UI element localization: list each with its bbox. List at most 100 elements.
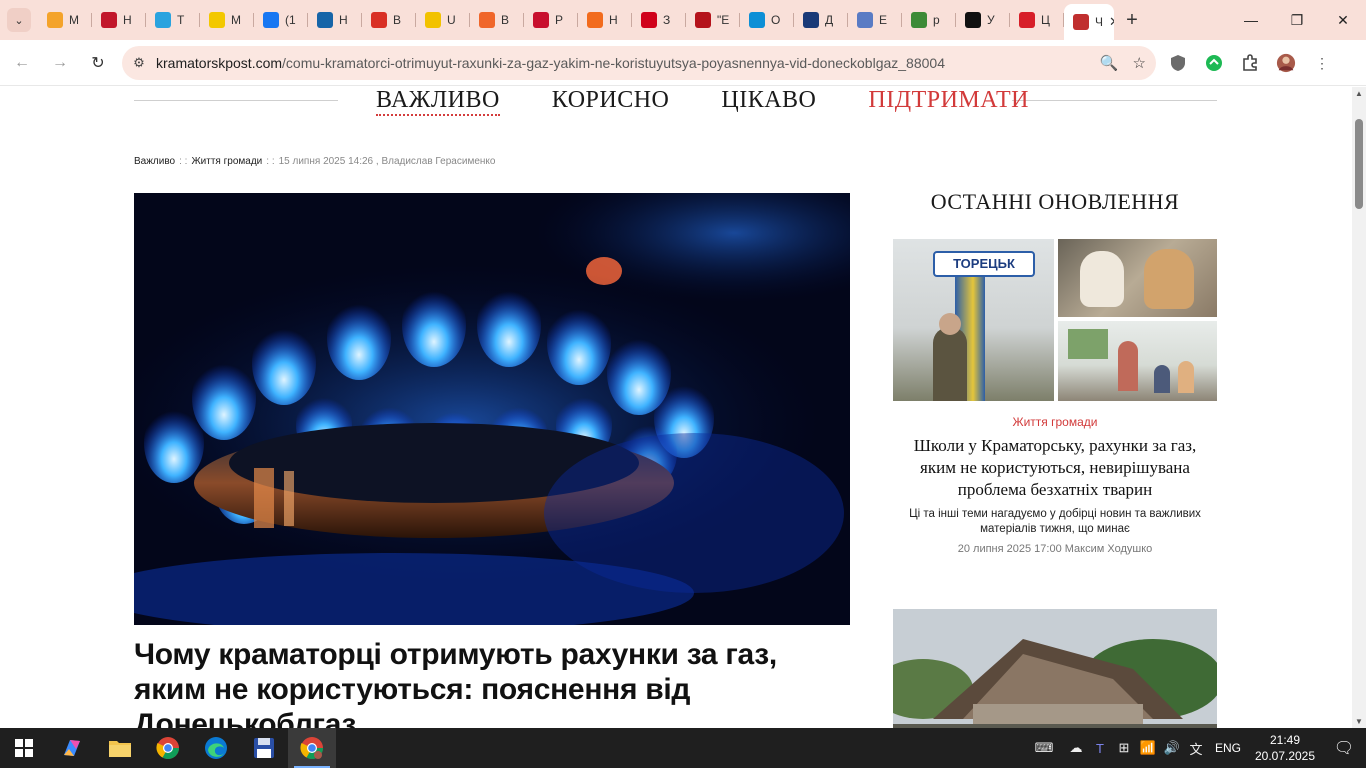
tab[interactable]: Ц bbox=[1010, 4, 1064, 36]
news-card-title[interactable]: Школи у Краматорську, рахунки за газ, як… bbox=[893, 435, 1217, 501]
tab[interactable]: (1 bbox=[254, 4, 308, 36]
tab[interactable]: "Е bbox=[686, 4, 740, 36]
h-logo-icon bbox=[101, 12, 117, 28]
tab[interactable]: Е bbox=[848, 4, 902, 36]
tab[interactable]: Д bbox=[794, 4, 848, 36]
sign-text: ТОРЕЦЬК bbox=[933, 251, 1035, 277]
news-card-byline: 20 липня 2025 17:00 Максим Ходушко bbox=[957, 543, 1153, 555]
u-logo-icon bbox=[425, 12, 441, 28]
volume-icon[interactable]: 🔊 bbox=[1160, 740, 1184, 756]
gear-logo-icon bbox=[911, 12, 927, 28]
news-card-category[interactable]: Життя громади bbox=[893, 415, 1217, 429]
network-icon[interactable]: 📶 bbox=[1136, 740, 1160, 756]
latest-updates-sidebar: ОСТАННІ ОНОВЛЕННЯ ТОРЕЦЬК Життя громади … bbox=[893, 189, 1217, 555]
nav-link-useful[interactable]: КОРИСНО bbox=[552, 87, 670, 116]
news-card-image[interactable]: ТОРЕЦЬК bbox=[893, 239, 1217, 401]
plus-icon: + bbox=[1126, 8, 1138, 31]
minimize-button[interactable]: — bbox=[1228, 0, 1274, 40]
news-card-image-2[interactable] bbox=[893, 609, 1217, 728]
tab[interactable]: Н bbox=[578, 4, 632, 36]
reload-button[interactable]: ↻ bbox=[80, 45, 116, 81]
site-info-icon[interactable]: ⚙ bbox=[122, 55, 156, 71]
windows-security-icon[interactable]: ⊞ bbox=[1112, 740, 1136, 756]
scroll-down-icon[interactable]: ▼ bbox=[1355, 717, 1363, 726]
arrow-right-icon: → bbox=[52, 53, 68, 71]
tab[interactable]: р bbox=[902, 4, 956, 36]
k-logo-icon bbox=[965, 12, 981, 28]
restore-button[interactable]: ❐ bbox=[1274, 0, 1320, 40]
subcategory-link[interactable]: Життя громади bbox=[191, 156, 262, 167]
tab[interactable]: Р bbox=[524, 4, 578, 36]
ime-icon[interactable]: 文 bbox=[1184, 739, 1208, 758]
tab-active[interactable]: Ч✕ bbox=[1064, 4, 1114, 40]
tab[interactable]: U bbox=[416, 4, 470, 36]
profile-avatar[interactable] bbox=[1276, 53, 1296, 73]
teams-icon[interactable]: T bbox=[1088, 741, 1112, 756]
tab[interactable]: М bbox=[200, 4, 254, 36]
nav-link-interesting[interactable]: ЦІКАВО bbox=[721, 87, 816, 116]
circle-logo-icon bbox=[749, 12, 765, 28]
chrome-profile-taskbar-icon[interactable] bbox=[288, 728, 336, 768]
tab[interactable]: Т bbox=[146, 4, 200, 36]
scroll-up-icon[interactable]: ▲ bbox=[1355, 89, 1363, 98]
shield-extension-icon[interactable] bbox=[1168, 53, 1188, 73]
back-button[interactable]: ← bbox=[4, 45, 40, 81]
bookmark-star-icon[interactable]: ☆ bbox=[1133, 54, 1146, 72]
new-tab-button[interactable]: + bbox=[1114, 0, 1150, 40]
save-app-taskbar-icon[interactable] bbox=[240, 728, 288, 768]
language-indicator[interactable]: ENG bbox=[1208, 741, 1248, 755]
notifications-icon[interactable]: 🗨 bbox=[1322, 738, 1366, 758]
tab[interactable]: Н bbox=[92, 4, 146, 36]
nav-link-important[interactable]: ВАЖЛИВО bbox=[376, 87, 500, 116]
tab-label: Н bbox=[339, 13, 348, 27]
url-text[interactable]: kramatorskpost.com/comu-kramatorci-otrim… bbox=[156, 55, 945, 71]
close-window-button[interactable]: ✕ bbox=[1320, 0, 1366, 40]
copilot-taskbar-icon[interactable] bbox=[48, 728, 96, 768]
chevron-down-icon: ⌄ bbox=[7, 8, 31, 32]
minimize-icon: — bbox=[1244, 12, 1258, 28]
site-main-nav: ВАЖЛИВО КОРИСНО ЦІКАВО ПІДТРИМАТИ bbox=[134, 87, 1217, 116]
article-meta: Важливо: : Життя громади: :15 липня 2025 … bbox=[134, 156, 495, 167]
tab[interactable]: В bbox=[470, 4, 524, 36]
page-scrollbar[interactable]: ▲ ▼ bbox=[1352, 87, 1366, 728]
tab-label: (1 bbox=[285, 13, 296, 27]
clock-time: 21:49 bbox=[1269, 733, 1301, 747]
tab[interactable]: В bbox=[362, 4, 416, 36]
nav-link-support[interactable]: ПІДТРИМАТИ bbox=[868, 87, 1029, 116]
extensions-area: ⋮ bbox=[1168, 46, 1332, 80]
ki-logo-icon bbox=[317, 12, 333, 28]
tab[interactable]: О bbox=[740, 4, 794, 36]
tab[interactable]: Н bbox=[308, 4, 362, 36]
meta-separator: : : bbox=[179, 156, 188, 167]
zoom-icon[interactable]: 🔍 bbox=[1100, 54, 1119, 72]
damaged-house-photo bbox=[893, 609, 1217, 728]
clock[interactable]: 21:49 20.07.2025 bbox=[1248, 732, 1322, 764]
start-button[interactable] bbox=[0, 728, 48, 768]
green-extension-icon[interactable] bbox=[1204, 53, 1224, 73]
tab-label: Е bbox=[879, 13, 888, 27]
tab[interactable]: З bbox=[632, 4, 686, 36]
tab-close-icon[interactable]: ✕ bbox=[1109, 14, 1114, 30]
chrome-taskbar-icon[interactable] bbox=[144, 728, 192, 768]
forward-button[interactable]: → bbox=[42, 45, 78, 81]
tab[interactable]: У bbox=[956, 4, 1010, 36]
tab[interactable]: M bbox=[38, 4, 92, 36]
b-logo-icon bbox=[695, 12, 711, 28]
tab-strip: ⌄ MНТМ(1НВUВРНЗ"ЕОДЕрУЦЧ✕ + — ❐ ✕ bbox=[0, 0, 1366, 40]
flag-logo-icon bbox=[641, 12, 657, 28]
address-bar[interactable]: ⚙ kramatorskpost.com/comu-kramatorci-otr… bbox=[122, 46, 1156, 80]
collage-classroom-photo bbox=[1058, 321, 1217, 401]
menu-kebab-icon[interactable]: ⋮ bbox=[1312, 53, 1332, 73]
tab-label: "Е bbox=[717, 13, 730, 27]
close-icon: ✕ bbox=[1337, 11, 1349, 28]
scrollbar-thumb[interactable] bbox=[1355, 119, 1363, 209]
tab-search-button[interactable]: ⌄ bbox=[0, 0, 38, 40]
keyboard-icon[interactable]: ⌨ bbox=[1024, 740, 1064, 756]
file-explorer-taskbar-icon[interactable] bbox=[96, 728, 144, 768]
edge-taskbar-icon[interactable] bbox=[192, 728, 240, 768]
tab-label: Д bbox=[825, 13, 834, 27]
puzzle-extensions-icon[interactable] bbox=[1240, 53, 1260, 73]
tab-label: Ч bbox=[1095, 15, 1103, 29]
category-link[interactable]: Важливо bbox=[134, 156, 175, 167]
cloud-icon[interactable]: ☁ bbox=[1064, 740, 1088, 756]
